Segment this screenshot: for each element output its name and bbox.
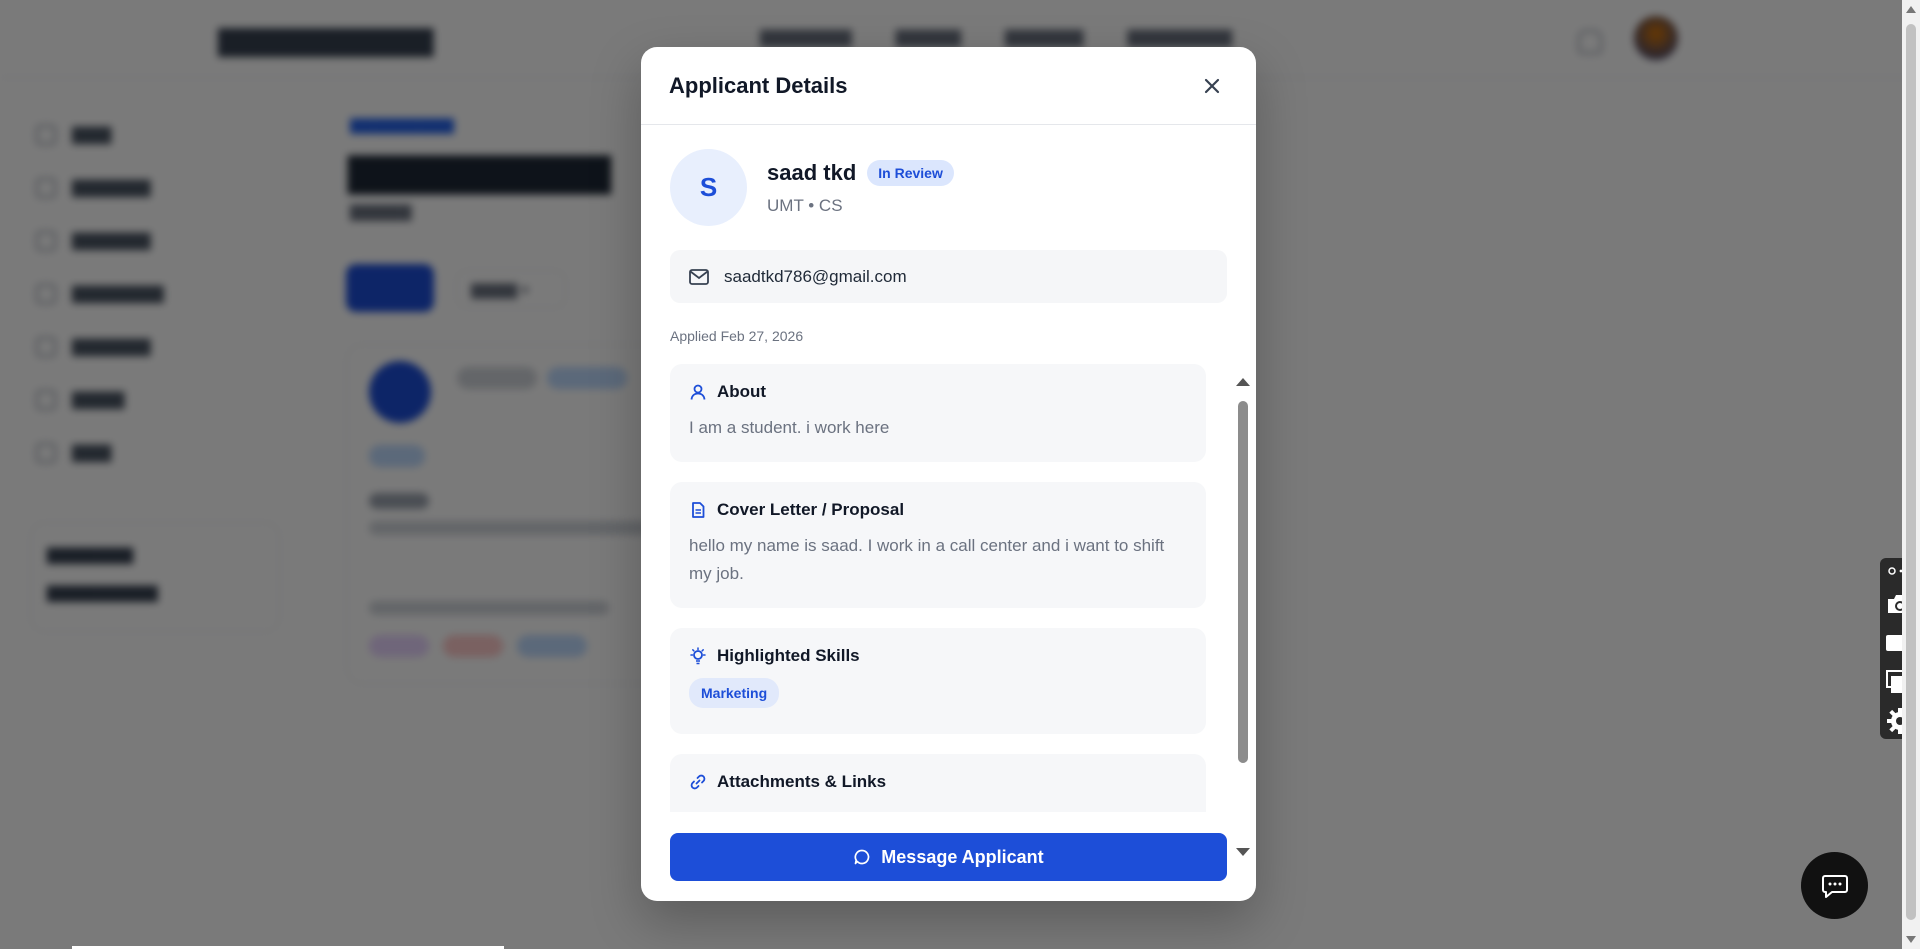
attachments-title: Attachments & Links xyxy=(717,772,887,791)
applied-date: Applied Feb 27, 2026 xyxy=(670,328,804,344)
applicant-details-modal: Applicant Details S saad tkd In Review U… xyxy=(641,47,1256,901)
applicant-avatar: S xyxy=(670,149,747,226)
scroll-up-arrow[interactable] xyxy=(1236,378,1250,386)
modal-header: Applicant Details xyxy=(641,47,1256,125)
applicant-email[interactable]: saadtkd786@gmail.com xyxy=(724,267,907,287)
skills-section: Highlighted Skills Marketing xyxy=(670,628,1206,734)
status-badge: In Review xyxy=(867,159,954,186)
modal-title: Applicant Details xyxy=(669,72,848,98)
skills-title: Highlighted Skills xyxy=(717,646,860,665)
mail-icon xyxy=(689,268,709,285)
applicant-name: saad tkd xyxy=(767,159,857,185)
chat-icon xyxy=(1821,874,1848,898)
about-text: I am a student. i work here xyxy=(689,418,890,437)
page-scrollbar[interactable] xyxy=(1902,0,1920,949)
chat-button[interactable] xyxy=(1801,852,1868,919)
lightbulb-icon xyxy=(690,647,706,665)
details-scroll-area[interactable]: About I am a student. i work here Cover … xyxy=(670,364,1206,812)
page-scroll-down-arrow[interactable] xyxy=(1906,936,1916,943)
cover-letter-title: Cover Letter / Proposal xyxy=(717,500,905,519)
chat-bubble-icon xyxy=(854,849,870,865)
message-applicant-button[interactable]: Message Applicant xyxy=(670,833,1227,881)
scroll-down-arrow[interactable] xyxy=(1236,848,1250,856)
skill-chip: Marketing xyxy=(689,678,780,708)
attachments-section: Attachments & Links xyxy=(670,754,1206,812)
details-scrollbar[interactable] xyxy=(1236,378,1250,856)
about-title: About xyxy=(717,382,767,401)
document-icon xyxy=(692,502,705,518)
about-section: About I am a student. i work here xyxy=(670,364,1206,462)
applicant-profile: S saad tkd In Review UMT • CS xyxy=(670,149,954,226)
link-icon xyxy=(690,774,706,790)
scroll-thumb[interactable] xyxy=(1238,401,1248,763)
close-icon xyxy=(1204,78,1220,93)
close-button[interactable] xyxy=(1196,70,1228,102)
cover-letter-section: Cover Letter / Proposal hello my name is… xyxy=(670,482,1206,608)
applicant-affiliation: UMT • CS xyxy=(767,195,843,215)
user-icon xyxy=(690,384,706,400)
page-scroll-thumb[interactable] xyxy=(1906,24,1916,920)
email-row: saadtkd786@gmail.com xyxy=(670,250,1227,303)
page-scroll-up-arrow[interactable] xyxy=(1906,6,1916,13)
message-button-label: Message Applicant xyxy=(881,846,1044,867)
cover-letter-text: hello my name is saad. I work in a call … xyxy=(689,536,1165,583)
